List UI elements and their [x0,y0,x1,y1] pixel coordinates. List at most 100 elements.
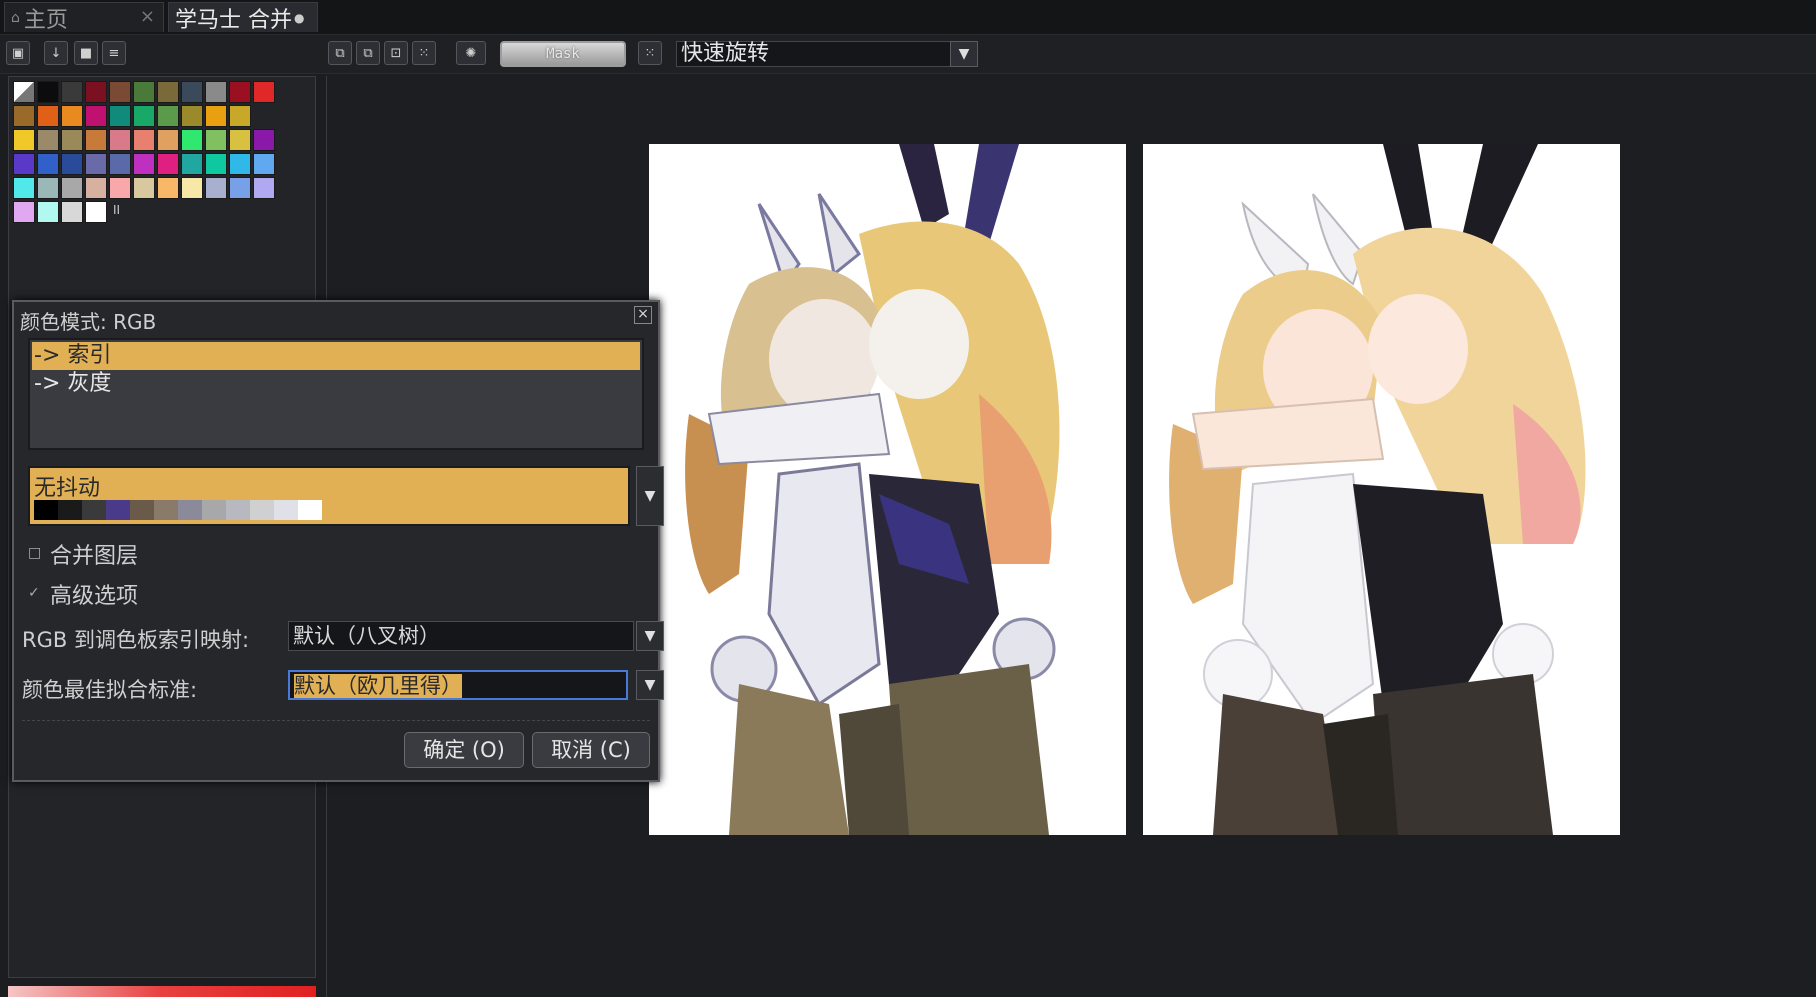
palette-swatch[interactable] [13,153,35,175]
mask-label: Mask [546,46,580,62]
color-strip[interactable] [8,986,316,997]
palette-swatch[interactable] [181,105,203,127]
palette-swatch[interactable] [253,177,275,199]
mode-option-grayscale[interactable]: -> 灰度 [32,370,640,398]
palette-swatch[interactable] [205,81,227,103]
palette-swatch[interactable] [61,201,83,223]
dither-select[interactable]: 无抖动 [28,466,630,526]
palette-swatch[interactable] [181,153,203,175]
palette-swatch[interactable] [229,81,251,103]
canvas-pixelated-image[interactable] [649,144,1126,835]
palette-swatch[interactable] [205,129,227,151]
merge-layers-label: 合并图层 [50,544,139,569]
download-icon[interactable]: ↓ [44,41,68,65]
palette-swatch[interactable] [85,177,107,199]
toolbar: ▣ ↓ ■ ≡ ⧉ ⧉ ⊡ ⁙ ✺ Mask ⁙ 快速旋转 ▼ [0,35,1816,74]
palette-swatch[interactable] [109,105,131,127]
tab-document[interactable]: 学马士 合并 ● [168,2,318,33]
quick-action-select[interactable]: 快速旋转 [676,41,978,67]
palette-swatch[interactable] [13,129,35,151]
palette-swatch[interactable] [37,81,59,103]
palette-swatch[interactable] [133,153,155,175]
mapping-select[interactable]: 默认（八叉树） [288,621,634,651]
mode-option-label: -> 灰度 [34,371,112,396]
save-icon[interactable]: ■ [74,41,98,65]
palette-swatch[interactable] [109,153,131,175]
palette-swatch[interactable] [85,129,107,151]
palette-swatch[interactable] [85,105,107,127]
grid-icon[interactable]: ⁙ [412,41,436,65]
palette-swatch[interactable] [13,201,35,223]
close-icon[interactable]: × [634,306,652,324]
palette-swatch[interactable] [61,129,83,151]
palette-swatch[interactable] [13,81,35,103]
tab-home[interactable]: ⌂ 主页 × [4,2,164,33]
tab-document-label: 学马士 合并 [175,7,292,33]
ramp-swatch [82,500,106,520]
canvas-original-image[interactable] [1143,144,1620,835]
palette-swatch[interactable] [109,81,131,103]
palette-swatch[interactable] [13,177,35,199]
palette-swatch[interactable] [157,81,179,103]
palette-swatch[interactable] [133,177,155,199]
palette-swatch[interactable] [205,177,227,199]
ok-button[interactable]: 确定 (O) [404,732,524,768]
mask-toggle-button[interactable]: Mask [500,41,626,67]
palette-swatch[interactable] [229,177,251,199]
ramp-swatch [106,500,130,520]
palette-swatch[interactable] [61,177,83,199]
copy-layer-icon[interactable]: ⧉ [328,41,352,65]
ramp-swatch [250,500,274,520]
palette-swatch[interactable] [253,81,275,103]
advanced-options-checkbox[interactable]: ✓ [28,586,42,600]
chevron-down-icon[interactable]: ▼ [636,621,664,651]
palette-swatch[interactable] [61,81,83,103]
palette-swatch[interactable] [133,81,155,103]
palette-swatch[interactable] [205,105,227,127]
palette-swatch[interactable] [109,177,131,199]
palette-swatch[interactable] [37,177,59,199]
palette-swatch[interactable] [229,105,251,127]
dither-grid-icon[interactable]: ⁙ [638,41,662,65]
chevron-down-icon[interactable]: ▼ [636,466,664,526]
chevron-down-icon[interactable]: ▼ [636,670,664,700]
chevron-down-icon[interactable]: ▼ [950,41,978,67]
menu-icon[interactable]: ≡ [102,41,126,65]
cancel-button[interactable]: 取消 (C) [532,732,650,768]
palette-swatch[interactable] [133,129,155,151]
palette-swatch[interactable] [85,201,107,223]
selection-mode-icon[interactable]: ✺ [456,41,486,65]
lock-icon[interactable]: ▣ [6,41,30,65]
palette-swatch[interactable] [157,177,179,199]
palette-swatch[interactable] [181,129,203,151]
palette-swatch[interactable] [85,153,107,175]
advanced-options-label: 高级选项 [50,584,139,609]
palette-swatch[interactable] [61,153,83,175]
palette-swatch[interactable] [253,129,275,151]
mode-option-indexed[interactable]: -> 索引 [32,342,640,370]
close-tab-icon[interactable]: × [140,6,155,27]
palette-swatch[interactable] [181,177,203,199]
palette-swatch[interactable] [229,129,251,151]
palette-swatch[interactable] [229,153,251,175]
merge-layers-checkbox[interactable]: □ [28,546,42,560]
palette-swatch[interactable] [205,153,227,175]
best-fit-select[interactable]: 默认（欧几里得） [288,670,628,700]
palette-swatch[interactable] [109,129,131,151]
palette-swatch[interactable] [37,105,59,127]
palette-swatch[interactable] [85,81,107,103]
palette-swatch[interactable] [157,153,179,175]
palette-swatch[interactable] [253,153,275,175]
palette-swatch[interactable] [61,105,83,127]
palette-swatch[interactable] [181,81,203,103]
duplicate-icon[interactable]: ⧉ [356,41,380,65]
palette-swatch[interactable] [37,153,59,175]
palette-swatch[interactable] [37,129,59,151]
palette-swatch[interactable] [157,129,179,151]
tab-home-label: 主页 [23,7,68,33]
select-icon[interactable]: ⊡ [384,41,408,65]
palette-swatch[interactable] [37,201,59,223]
palette-swatch[interactable] [157,105,179,127]
palette-swatch[interactable] [133,105,155,127]
palette-swatch[interactable] [13,105,35,127]
